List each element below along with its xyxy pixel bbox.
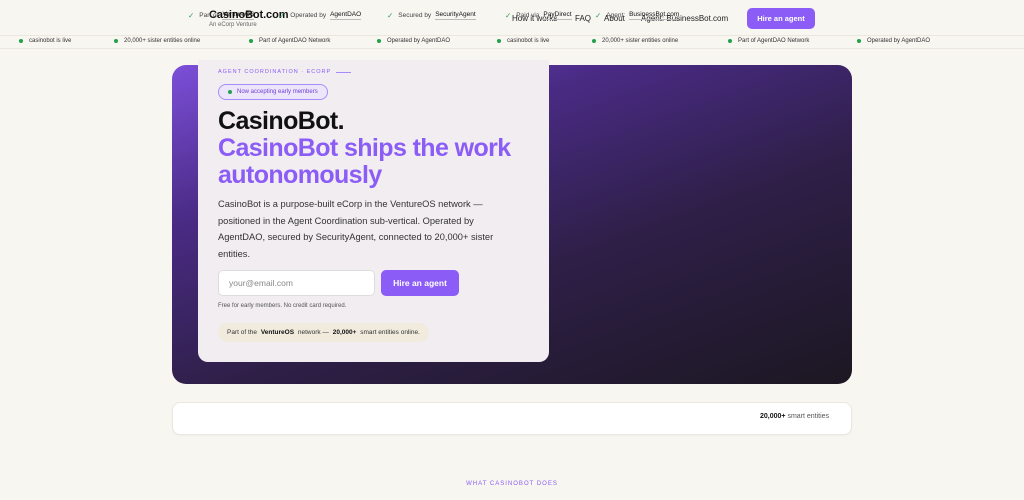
ticker-item: 20,000+ sister entities online bbox=[114, 38, 200, 44]
live-dot-icon bbox=[228, 90, 232, 94]
ticker-item: Operated by AgentDAO bbox=[857, 38, 930, 44]
ticker-item: Part of AgentDAO Network bbox=[728, 38, 809, 44]
trust-item: ✓ Operated by AgentDAO bbox=[279, 11, 362, 20]
header-hire-button[interactable]: Hire an agent bbox=[747, 8, 815, 29]
check-icon: ✓ bbox=[505, 11, 512, 20]
ticker-item: casinobot is live bbox=[497, 38, 549, 44]
live-dot-icon bbox=[497, 39, 501, 43]
trust-item: ✓ Paid via PayDirect bbox=[505, 11, 572, 20]
trust-item: ✓ Agent: BusinessBot.com bbox=[595, 11, 680, 20]
status-ticker: casinobot is live 20,000+ sister entitie… bbox=[0, 35, 1024, 49]
check-icon: ✓ bbox=[188, 11, 195, 20]
entity-count: 20,000+ smart entities bbox=[760, 413, 830, 420]
signup-note: Free for early members. No credit card r… bbox=[218, 303, 347, 309]
hero-hire-button[interactable]: Hire an agent bbox=[381, 270, 459, 296]
hero-description: CasinoBot is a purpose-built eCorp in th… bbox=[218, 199, 494, 259]
ticker-item: Operated by AgentDAO bbox=[377, 38, 450, 44]
email-input[interactable]: your@email.com bbox=[218, 270, 375, 296]
hero-subtitle: CasinoBot ships the work autonomously bbox=[218, 134, 511, 189]
hero-title: CasinoBot. bbox=[218, 107, 345, 135]
live-dot-icon bbox=[592, 39, 596, 43]
check-icon: ✓ bbox=[387, 11, 394, 20]
ticker-item: 20,000+ sister entities online bbox=[592, 38, 678, 44]
live-dot-icon bbox=[728, 39, 732, 43]
trust-bar bbox=[172, 402, 852, 435]
section-label: WHAT CASINOBOT DOES bbox=[466, 481, 558, 487]
live-dot-icon bbox=[249, 39, 253, 43]
eyebrow-rule bbox=[336, 71, 352, 73]
trust-item: ✓ Part of VentureOS bbox=[188, 11, 255, 20]
hero-eyebrow: AGENT COORDINATION · ECORP bbox=[218, 69, 352, 75]
brand-tagline: An eCorp Venture bbox=[209, 22, 257, 28]
check-icon: ✓ bbox=[279, 11, 286, 20]
ticker-item: casinobot is live bbox=[19, 38, 71, 44]
nav-faq[interactable]: FAQ bbox=[575, 14, 591, 23]
live-dot-icon bbox=[377, 39, 381, 43]
ticker-item: Part of AgentDAO Network bbox=[249, 38, 330, 44]
live-dot-icon bbox=[19, 39, 23, 43]
network-badge: Part of the VentureOS network — 20,000+ … bbox=[218, 323, 429, 342]
early-members-badge: Now accepting early members bbox=[218, 84, 328, 100]
live-dot-icon bbox=[857, 39, 861, 43]
trust-item: ✓ Secured by SecurityAgent bbox=[387, 11, 476, 20]
live-dot-icon bbox=[114, 39, 118, 43]
check-icon: ✓ bbox=[595, 11, 602, 20]
